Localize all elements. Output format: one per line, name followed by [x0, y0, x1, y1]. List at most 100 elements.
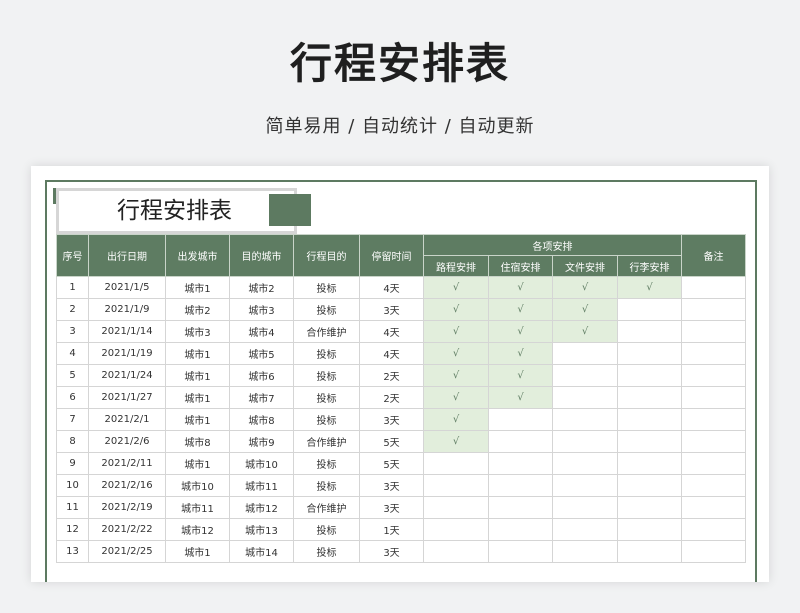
cell-date[interactable]: 2021/2/6 — [88, 430, 166, 453]
cell-seq[interactable]: 8 — [56, 430, 89, 453]
cell-date[interactable]: 2021/2/19 — [88, 496, 166, 519]
cell-date[interactable]: 2021/1/5 — [88, 276, 166, 299]
cell-stay[interactable]: 5天 — [359, 430, 424, 453]
cell-check[interactable] — [552, 386, 618, 409]
cell-check[interactable]: √ — [552, 320, 618, 343]
cell-to[interactable]: 城市7 — [229, 386, 294, 409]
cell-check[interactable] — [552, 540, 618, 563]
cell-date[interactable]: 2021/2/25 — [88, 540, 166, 563]
cell-from[interactable]: 城市1 — [165, 276, 230, 299]
cell-stay[interactable]: 2天 — [359, 364, 424, 387]
cell-to[interactable]: 城市4 — [229, 320, 294, 343]
cell-check[interactable] — [617, 320, 682, 343]
cell-purpose[interactable]: 合作维护 — [293, 496, 360, 519]
cell-check[interactable] — [617, 430, 682, 453]
cell-check[interactable] — [617, 298, 682, 321]
cell-check[interactable]: √ — [423, 342, 489, 365]
cell-stay[interactable]: 3天 — [359, 298, 424, 321]
cell-remark[interactable] — [681, 540, 746, 563]
cell-purpose[interactable]: 合作维护 — [293, 430, 360, 453]
cell-stay[interactable]: 4天 — [359, 342, 424, 365]
cell-check[interactable]: √ — [488, 276, 553, 299]
cell-check[interactable] — [552, 452, 618, 475]
cell-check[interactable] — [552, 408, 618, 431]
cell-seq[interactable]: 3 — [56, 320, 89, 343]
cell-purpose[interactable]: 投标 — [293, 452, 360, 475]
cell-date[interactable]: 2021/2/11 — [88, 452, 166, 475]
cell-stay[interactable]: 4天 — [359, 320, 424, 343]
cell-check[interactable] — [488, 408, 553, 431]
cell-from[interactable]: 城市11 — [165, 496, 230, 519]
cell-check[interactable] — [552, 518, 618, 541]
cell-check[interactable] — [617, 452, 682, 475]
cell-check[interactable] — [488, 518, 553, 541]
cell-from[interactable]: 城市1 — [165, 342, 230, 365]
cell-check[interactable] — [617, 408, 682, 431]
cell-check[interactable]: √ — [617, 276, 682, 299]
cell-from[interactable]: 城市1 — [165, 364, 230, 387]
cell-check[interactable]: √ — [423, 386, 489, 409]
cell-check[interactable] — [488, 430, 553, 453]
cell-purpose[interactable]: 投标 — [293, 540, 360, 563]
cell-remark[interactable] — [681, 518, 746, 541]
cell-check[interactable]: √ — [423, 320, 489, 343]
cell-stay[interactable]: 3天 — [359, 408, 424, 431]
cell-remark[interactable] — [681, 474, 746, 497]
cell-from[interactable]: 城市1 — [165, 386, 230, 409]
cell-stay[interactable]: 3天 — [359, 496, 424, 519]
cell-check[interactable] — [617, 386, 682, 409]
cell-purpose[interactable]: 投标 — [293, 408, 360, 431]
cell-check[interactable] — [617, 518, 682, 541]
cell-remark[interactable] — [681, 408, 746, 431]
cell-check[interactable] — [617, 540, 682, 563]
cell-check[interactable]: √ — [488, 342, 553, 365]
cell-remark[interactable] — [681, 320, 746, 343]
cell-seq[interactable]: 9 — [56, 452, 89, 475]
cell-seq[interactable]: 2 — [56, 298, 89, 321]
cell-from[interactable]: 城市12 — [165, 518, 230, 541]
cell-to[interactable]: 城市14 — [229, 540, 294, 563]
cell-stay[interactable]: 4天 — [359, 276, 424, 299]
cell-check[interactable] — [552, 474, 618, 497]
cell-date[interactable]: 2021/2/22 — [88, 518, 166, 541]
cell-purpose[interactable]: 投标 — [293, 364, 360, 387]
cell-check[interactable] — [617, 496, 682, 519]
cell-remark[interactable] — [681, 496, 746, 519]
cell-to[interactable]: 城市2 — [229, 276, 294, 299]
cell-to[interactable]: 城市5 — [229, 342, 294, 365]
cell-purpose[interactable]: 投标 — [293, 342, 360, 365]
cell-to[interactable]: 城市8 — [229, 408, 294, 431]
cell-date[interactable]: 2021/1/19 — [88, 342, 166, 365]
cell-check[interactable]: √ — [423, 276, 489, 299]
cell-purpose[interactable]: 投标 — [293, 518, 360, 541]
cell-check[interactable] — [423, 474, 489, 497]
cell-check[interactable] — [552, 496, 618, 519]
cell-check[interactable] — [423, 540, 489, 563]
cell-stay[interactable]: 3天 — [359, 474, 424, 497]
cell-seq[interactable]: 6 — [56, 386, 89, 409]
cell-date[interactable]: 2021/2/16 — [88, 474, 166, 497]
cell-to[interactable]: 城市9 — [229, 430, 294, 453]
cell-check[interactable] — [488, 540, 553, 563]
cell-seq[interactable]: 7 — [56, 408, 89, 431]
cell-date[interactable]: 2021/1/27 — [88, 386, 166, 409]
cell-remark[interactable] — [681, 386, 746, 409]
cell-seq[interactable]: 13 — [56, 540, 89, 563]
cell-check[interactable] — [552, 342, 618, 365]
cell-remark[interactable] — [681, 298, 746, 321]
cell-purpose[interactable]: 投标 — [293, 276, 360, 299]
cell-stay[interactable]: 3天 — [359, 540, 424, 563]
cell-stay[interactable]: 2天 — [359, 386, 424, 409]
cell-check[interactable]: √ — [423, 408, 489, 431]
cell-check[interactable]: √ — [423, 298, 489, 321]
cell-stay[interactable]: 1天 — [359, 518, 424, 541]
cell-to[interactable]: 城市12 — [229, 496, 294, 519]
cell-check[interactable] — [617, 474, 682, 497]
cell-seq[interactable]: 5 — [56, 364, 89, 387]
cell-check[interactable]: √ — [423, 364, 489, 387]
cell-to[interactable]: 城市3 — [229, 298, 294, 321]
cell-from[interactable]: 城市2 — [165, 298, 230, 321]
cell-from[interactable]: 城市8 — [165, 430, 230, 453]
cell-check[interactable] — [552, 364, 618, 387]
cell-purpose[interactable]: 合作维护 — [293, 320, 360, 343]
